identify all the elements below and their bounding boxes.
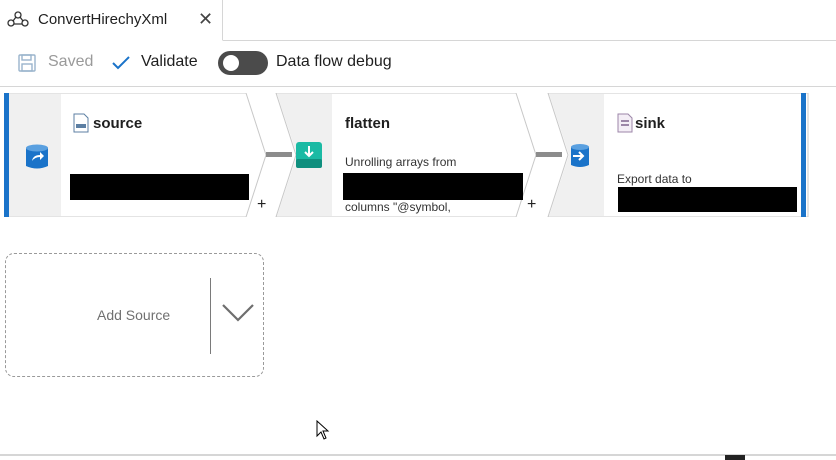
data-flow-icon — [7, 11, 29, 27]
database-icon — [26, 144, 48, 169]
add-transform-plus-source[interactable]: + — [257, 196, 266, 214]
flatten-node-title: flatten — [345, 115, 390, 132]
sink-node-desc: Export data to — [617, 172, 692, 186]
tab-converthirechyxml[interactable]: ConvertHirechyXml ✕ — [0, 0, 223, 41]
data-flow-debug-toggle[interactable] — [218, 51, 268, 75]
chevron-down-icon[interactable] — [221, 302, 255, 324]
tab-title: ConvertHirechyXml — [38, 11, 168, 28]
flatten-node-desc-1: Unrolling arrays from — [345, 155, 457, 169]
node-row: source + flatten Unrolling arrays from c… — [4, 93, 810, 217]
redacted-text — [618, 187, 797, 212]
tab-bar: ConvertHirechyXml ✕ — [0, 0, 836, 41]
connector-flatten-sink — [536, 152, 562, 157]
toggle-knob — [223, 55, 239, 71]
validate-button[interactable]: Validate — [141, 53, 198, 71]
close-icon[interactable]: ✕ — [198, 9, 213, 29]
save-icon — [18, 54, 36, 72]
flatten-node-desc-2: columns "@symbol, — [345, 200, 451, 214]
toolbar: Saved Validate Data flow debug — [0, 41, 836, 87]
flatten-icon — [296, 142, 322, 168]
sink-node-title: sink — [635, 115, 666, 132]
saved-button[interactable]: Saved — [48, 53, 93, 71]
add-transform-plus-flatten[interactable]: + — [527, 196, 536, 214]
source-selection-stripe — [4, 93, 9, 217]
mouse-cursor-icon — [316, 420, 330, 440]
add-source-button[interactable]: Add Source — [5, 253, 264, 377]
data-flow-debug-label: Data flow debug — [276, 53, 392, 70]
source-node-title: source — [93, 115, 143, 132]
sink-selection-stripe — [801, 93, 806, 217]
bottom-scrollbar-track — [0, 454, 836, 456]
file-icon — [617, 113, 633, 133]
sink-database-icon — [571, 144, 589, 167]
checkmark-icon — [112, 56, 130, 70]
connector-source-flatten — [266, 152, 292, 157]
redacted-text — [343, 173, 523, 200]
xml-file-icon — [73, 113, 89, 133]
redacted-text — [70, 174, 249, 200]
bottom-scrollbar-thumb[interactable] — [725, 455, 745, 460]
add-source-divider — [210, 278, 211, 354]
add-source-label: Add Source — [97, 307, 171, 323]
